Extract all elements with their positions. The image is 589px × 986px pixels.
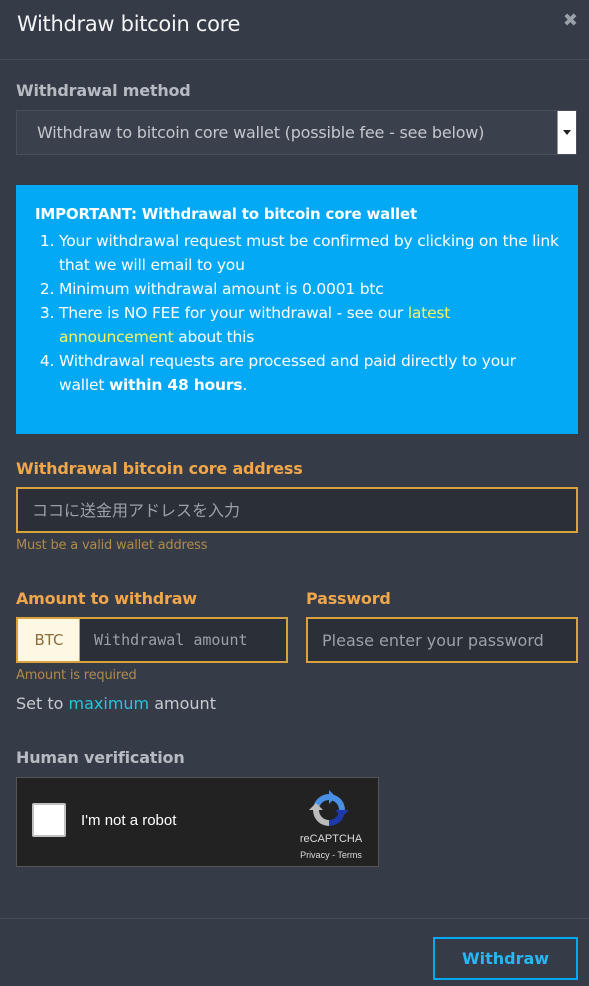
notice-title: IMPORTANT: Withdrawal to bitcoin core wa… — [35, 205, 417, 223]
withdrawal-method-value: Withdraw to bitcoin core wallet (possibl… — [37, 123, 485, 142]
set-maximum-row: Set to maximum amount — [16, 694, 216, 713]
recaptcha-widget: I'm not a robot reCAPTCHA Privacy - Term… — [16, 777, 379, 867]
amount-field[interactable] — [79, 617, 288, 663]
password-input[interactable] — [308, 619, 576, 661]
currency-addon: BTC — [16, 617, 80, 663]
human-verification-label: Human verification — [16, 748, 185, 767]
modal-header: Withdraw bitcoin core ✖ — [0, 0, 589, 60]
address-label: Withdrawal bitcoin core address — [16, 459, 303, 478]
recaptcha-privacy-link[interactable]: Privacy — [300, 850, 330, 860]
notice-item-text: about this — [173, 328, 255, 346]
notice-list: Your withdrawal request must be confirme… — [35, 229, 560, 397]
maximum-link[interactable]: maximum — [69, 694, 150, 713]
notice-item-fee: There is NO FEE for your withdrawal - se… — [59, 301, 560, 349]
notice-item-confirm: Your withdrawal request must be confirme… — [59, 229, 560, 277]
amount-input[interactable] — [80, 619, 286, 661]
withdraw-button[interactable]: Withdraw — [433, 937, 578, 980]
notice-item-processing: Withdrawal requests are processed and pa… — [59, 349, 560, 397]
notice-item-text: There is NO FEE for your withdrawal - se… — [59, 304, 408, 322]
recaptcha-logo-icon — [309, 790, 349, 826]
address-hint: Must be a valid wallet address — [16, 538, 208, 553]
notice-item-text: . — [242, 376, 248, 394]
important-notice: IMPORTANT: Withdrawal to bitcoin core wa… — [16, 185, 578, 434]
close-icon[interactable]: ✖ — [563, 10, 578, 31]
amount-label: Amount to withdraw — [16, 589, 197, 608]
notice-item-text: Minimum withdrawal amount is 0.0001 btc — [59, 280, 384, 298]
recaptcha-brand: reCAPTCHA — [299, 833, 363, 845]
recaptcha-checkbox[interactable] — [32, 803, 66, 837]
notice-item-text: Your withdrawal request must be confirme… — [59, 232, 559, 274]
set-max-text: amount — [149, 694, 216, 713]
password-label: Password — [306, 589, 391, 608]
recaptcha-terms-link[interactable]: Terms — [337, 850, 362, 860]
recaptcha-label: I'm not a robot — [81, 812, 177, 829]
recaptcha-links: Privacy - Terms — [287, 850, 375, 860]
address-input[interactable] — [18, 489, 576, 531]
withdrawal-method-label: Withdrawal method — [16, 81, 191, 100]
amount-hint: Amount is required — [16, 668, 137, 683]
notice-item-emphasis: within 48 hours — [108, 376, 243, 394]
notice-item-minimum: Minimum withdrawal amount is 0.0001 btc — [59, 277, 560, 301]
address-field[interactable] — [16, 487, 578, 533]
set-max-text: Set to — [16, 694, 69, 713]
withdrawal-method-select[interactable]: Withdraw to bitcoin core wallet (possibl… — [16, 110, 577, 155]
footer-divider — [0, 918, 589, 919]
chevron-down-icon[interactable] — [557, 111, 576, 154]
modal-title: Withdraw bitcoin core — [17, 12, 241, 36]
password-field[interactable] — [306, 617, 578, 663]
